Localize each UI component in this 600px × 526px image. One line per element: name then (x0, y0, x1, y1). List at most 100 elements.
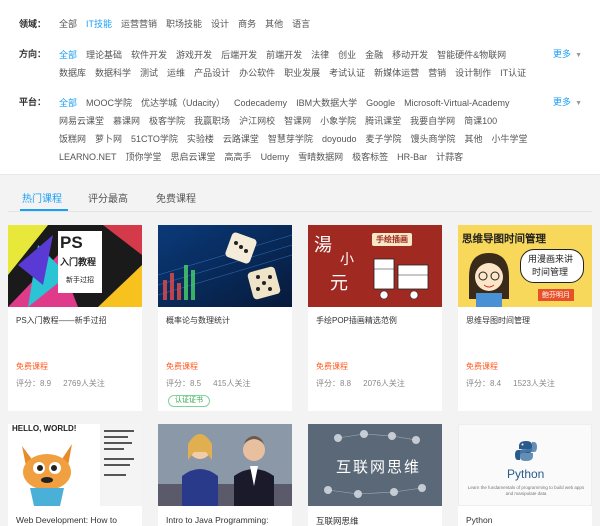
more-direction-button[interactable]: 更多 ▼ (553, 46, 582, 64)
course-thumbnail[interactable]: 湯 小 元 手绘插画 (308, 225, 442, 307)
course-thumbnail[interactable]: 思维导图时间管理 用漫画来讲 时间管理 鲍芬明月 (458, 225, 592, 307)
course-thumbnail[interactable]: PS 入门教程 新手过招 (8, 225, 142, 307)
course-title[interactable]: 手绘POP插画精选范例 (316, 315, 397, 326)
filter-option[interactable]: Codecademy (234, 94, 287, 112)
filter-option[interactable]: 语言 (292, 16, 310, 32)
thumb-text: 用漫画来讲 (528, 254, 574, 264)
course-title[interactable]: Web Development: How to (16, 515, 117, 525)
filter-option[interactable]: 职场技能 (166, 16, 202, 32)
course-title[interactable]: 概率论与数理统计 (166, 315, 230, 326)
filter-option[interactable]: 优达学城（Udacity） (141, 94, 225, 112)
filter-option[interactable]: doyoudo (322, 130, 357, 148)
filter-option[interactable]: 智能硬件&物联网 (437, 46, 506, 64)
filter-option[interactable]: Google (366, 94, 395, 112)
filter-option[interactable]: 法律 (311, 46, 329, 64)
course-title[interactable]: Python (466, 515, 492, 525)
filter-option[interactable]: 游戏开发 (176, 46, 212, 64)
course-card[interactable]: Intro to Java Programming: (158, 424, 292, 526)
course-title[interactable]: 思维导图时间管理 (466, 315, 530, 326)
filter-option[interactable]: 全部 (59, 46, 77, 64)
filter-option[interactable]: 金融 (365, 46, 383, 64)
filter-option[interactable]: 全部 (59, 94, 77, 112)
filter-option[interactable]: 职业发展 (284, 64, 320, 82)
course-thumbnail[interactable]: HELLO, WORLD! (8, 424, 142, 506)
filter-option[interactable]: 营销 (428, 64, 446, 82)
filter-option[interactable]: 其他 (465, 130, 483, 148)
filter-option[interactable]: MOOC学院 (86, 94, 132, 112)
filter-option[interactable]: 慕课网 (113, 112, 140, 130)
filter-option[interactable]: 云路课堂 (223, 130, 259, 148)
course-card[interactable]: HELLO, WORLD! Web Development: How to (8, 424, 142, 526)
course-title[interactable]: 互联网思维 (316, 515, 359, 526)
filter-option[interactable]: 创业 (338, 46, 356, 64)
course-card[interactable]: Python Learn the fundamentals of program… (458, 424, 592, 526)
filter-option[interactable]: 前端开发 (266, 46, 302, 64)
filter-option[interactable]: 数据库 (59, 64, 86, 82)
filter-option[interactable]: 麦子学院 (365, 130, 401, 148)
course-card[interactable]: 互联网思维 互联网思维 (308, 424, 442, 526)
filter-option[interactable]: 网易云课堂 (59, 112, 104, 130)
character-illustration-icon (469, 253, 509, 307)
filter-option[interactable]: IT技能 (86, 16, 112, 32)
filter-option[interactable]: 智课网 (284, 112, 311, 130)
filter-option[interactable]: 设计 (211, 16, 229, 32)
filter-option[interactable]: 饭糕网 (59, 130, 86, 148)
course-card[interactable]: PS 入门教程 新手过招 PS入门教程——新手过招 免费课程 评分：8.9 276… (8, 225, 142, 411)
filter-option[interactable]: 移动开发 (392, 46, 428, 64)
filter-option[interactable]: 简课100 (464, 112, 497, 130)
filter-option[interactable]: 我要自学网 (410, 112, 455, 130)
filter-option[interactable]: 小牛学堂 (492, 130, 528, 148)
course-thumbnail[interactable]: 互联网思维 (308, 424, 442, 506)
filter-option[interactable]: 数据科学 (95, 64, 131, 82)
filter-option[interactable]: IBM大数据大学 (296, 94, 357, 112)
filter-option[interactable]: 运营营销 (121, 16, 157, 32)
filter-option[interactable]: 馒头商学院 (411, 130, 456, 148)
course-title[interactable]: PS入门教程——新手过招 (16, 315, 107, 326)
filter-option[interactable]: 思启云课堂 (171, 148, 216, 166)
filter-option[interactable]: Udemy (261, 148, 290, 166)
filter-option[interactable]: 高高手 (225, 148, 252, 166)
filter-option[interactable]: 全部 (59, 16, 77, 32)
filter-option[interactable]: 软件开发 (131, 46, 167, 64)
filter-option[interactable]: 雪晴数据网 (298, 148, 343, 166)
filter-option[interactable]: 运维 (167, 64, 185, 82)
filter-option[interactable]: 顶你学堂 (126, 148, 162, 166)
filter-option[interactable]: 腾讯课堂 (365, 112, 401, 130)
filter-options-direction: 全部 理论基础 软件开发 游戏开发 后端开发 前端开发 法律 创业 金融 移动开发 智能硬件&物联网… (59, 46, 542, 82)
more-platform-button[interactable]: 更多 ▼ (553, 94, 582, 112)
filter-option[interactable]: 实验楼 (187, 130, 214, 148)
filter-option[interactable]: 产品设计 (194, 64, 230, 82)
tab-free[interactable]: 免费课程 (156, 190, 196, 205)
filter-option[interactable]: 办公软件 (239, 64, 275, 82)
filter-option[interactable]: 萝卜网 (95, 130, 122, 148)
tab-hot[interactable]: 热门课程 (22, 190, 62, 205)
filter-option[interactable]: 后端开发 (221, 46, 257, 64)
filter-option[interactable]: IT认证 (500, 64, 526, 82)
filter-option[interactable]: 新媒体运营 (374, 64, 419, 82)
tab-top-rated[interactable]: 评分最高 (88, 190, 128, 205)
course-title[interactable]: Intro to Java Programming: (166, 515, 269, 525)
filter-option[interactable]: 小象学院 (320, 112, 356, 130)
filter-option[interactable]: 沪江网校 (239, 112, 275, 130)
filter-option[interactable]: 测试 (140, 64, 158, 82)
filter-option[interactable]: 计蒜客 (436, 148, 463, 166)
filter-option[interactable]: 设计制作 (455, 64, 491, 82)
filter-option[interactable]: 我赢职场 (194, 112, 230, 130)
filter-option[interactable]: HR-Bar (397, 148, 427, 166)
filter-option[interactable]: Microsoft-Virtual-Academy (404, 94, 509, 112)
course-card[interactable]: 湯 小 元 手绘插画 手绘POP插画精选范例 免费课程 评分：8.8 2076人关… (308, 225, 442, 411)
filter-option[interactable]: 商务 (238, 16, 256, 32)
course-thumbnail[interactable] (158, 225, 292, 307)
course-card[interactable]: 概率论与数理统计 免费课程 评分：8.5 415人关注 认证证书 (158, 225, 292, 411)
filter-option[interactable]: 极客学院 (149, 112, 185, 130)
filter-option[interactable]: 其他 (265, 16, 283, 32)
filter-option[interactable]: 智慧芽学院 (268, 130, 313, 148)
filter-option[interactable]: 理论基础 (86, 46, 122, 64)
course-card[interactable]: 思维导图时间管理 用漫画来讲 时间管理 鲍芬明月 思维导图时间管理 免费课程 评… (458, 225, 592, 411)
filter-option[interactable]: LEARNO.NET (59, 148, 117, 166)
course-thumbnail[interactable]: Python Learn the fundamentals of program… (458, 424, 592, 506)
filter-option[interactable]: 51CTO学院 (131, 130, 178, 148)
filter-option[interactable]: 考试认证 (329, 64, 365, 82)
filter-option[interactable]: 极客标签 (352, 148, 388, 166)
course-thumbnail[interactable] (158, 424, 292, 506)
